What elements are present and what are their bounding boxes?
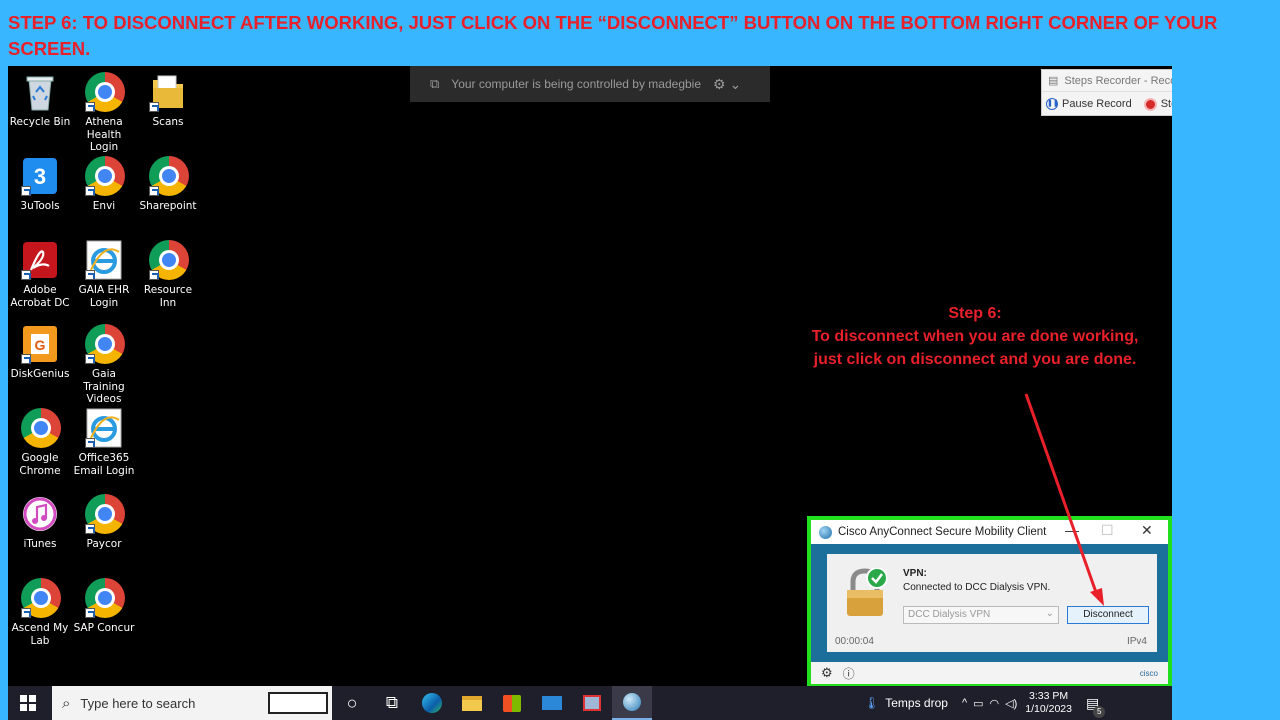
mail-icon[interactable] — [532, 686, 572, 720]
clock[interactable]: 3:33 PM 1/10/2023 — [1025, 690, 1072, 716]
edge-icon[interactable] — [412, 686, 452, 720]
cortana-icon[interactable]: ○ — [332, 686, 372, 720]
windows-logo-icon — [20, 695, 36, 711]
search-icon: ⌕ — [62, 694, 71, 712]
remote-app-icon[interactable] — [572, 686, 612, 720]
task-view-icon[interactable]: ⧉ — [372, 686, 412, 720]
windows-start-button[interactable] — [8, 686, 48, 720]
search-highlight-thumbnail — [268, 692, 328, 714]
file-explorer-icon[interactable] — [452, 686, 492, 720]
remote-desktop[interactable]: Recycle Bin 3 3uTools Adobe Acrobat DC G… — [8, 66, 1172, 720]
microsoft-store-icon[interactable] — [492, 686, 532, 720]
weather-widget[interactable]: 🌡 Temps drop — [864, 696, 948, 710]
chevron-up-icon[interactable]: ^ — [962, 697, 967, 709]
system-tray[interactable]: ^ ▭ ◠ ◁) — [962, 697, 1017, 710]
windows-taskbar: ⌕ Type here to search ○ ⧉ 🌡 Temps drop ^… — [8, 686, 1172, 720]
notification-badge: 5 — [1093, 705, 1106, 718]
thermometer-icon: 🌡 — [864, 696, 880, 710]
cisco-anyconnect-taskbar-icon[interactable] — [612, 686, 652, 720]
annotation-arrow — [1024, 393, 1104, 606]
instruction-banner: STEP 6: TO DISCONNECT AFTER WORKING, JUS… — [8, 12, 1218, 59]
volume-icon: ◁) — [1005, 697, 1018, 710]
battery-icon: ▭ — [973, 697, 984, 710]
taskbar-search-input[interactable]: ⌕ Type here to search — [52, 686, 332, 720]
wifi-icon: ◠ — [989, 697, 1000, 710]
notification-icon[interactable]: ▤ 5 — [1086, 695, 1106, 718]
